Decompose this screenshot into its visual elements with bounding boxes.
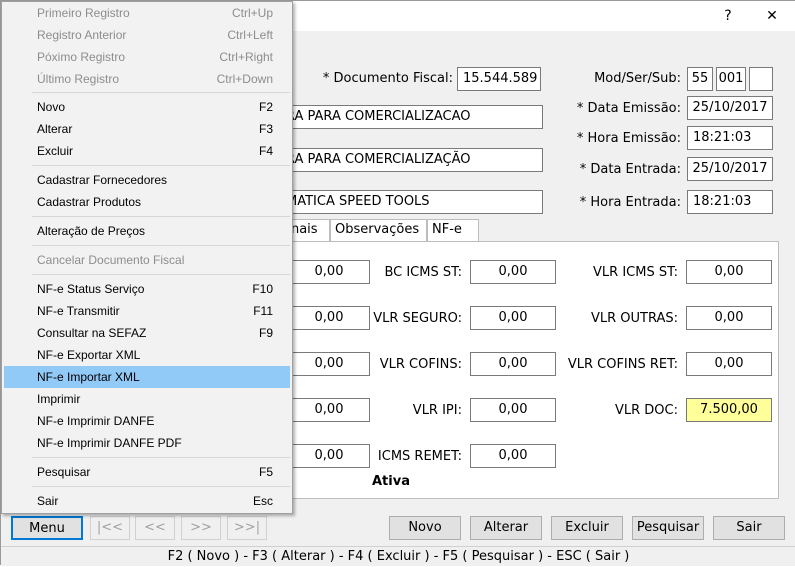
menu-item-nfe-status-servico[interactable]: NF-e Status Serviço F10	[4, 278, 290, 300]
menu-item-imprimir[interactable]: Imprimir	[4, 388, 290, 410]
bc-icms-st-field[interactable]: 0,00	[470, 260, 556, 284]
menu-item-nfe-transmitir[interactable]: NF-e Transmitir F11	[4, 300, 290, 322]
total-field-2[interactable]: 0,00	[288, 306, 370, 330]
menu-item-nfe-importar-xml[interactable]: NF-e Importar XML	[4, 366, 290, 388]
menu-item-nfe-imprimir-danfe-pdf[interactable]: NF-e Imprimir DANFE PDF	[4, 432, 290, 454]
menu-separator	[32, 245, 290, 246]
menu-button[interactable]: Menu	[11, 516, 83, 540]
ser-field[interactable]: 001	[716, 67, 746, 91]
menu-item-alteracao-precos[interactable]: Alteração de Preços	[4, 220, 290, 242]
data-emissao-label: * Data Emissão:	[576, 101, 681, 116]
vlr-ipi-label: VLR IPI:	[412, 403, 462, 418]
vlr-ipi-field[interactable]: 0,00	[470, 398, 556, 422]
hora-emissao-field[interactable]: 18:21:03	[687, 126, 773, 150]
menu-item-sair[interactable]: Sair Esc	[4, 490, 290, 512]
icms-remet-field[interactable]: 0,00	[470, 444, 556, 468]
menu-separator	[32, 457, 290, 458]
menu-separator	[32, 165, 290, 166]
hora-emissao-label: * Hora Emissão:	[576, 131, 681, 146]
close-button[interactable]: ✕	[757, 5, 787, 27]
total-field-4[interactable]: 0,00	[288, 398, 370, 422]
menu-item-excluir[interactable]: Excluir F4	[4, 140, 290, 162]
sub-field[interactable]	[749, 67, 773, 91]
tab-observacoes[interactable]: Observações	[330, 219, 427, 241]
hora-entrada-label: * Hora Entrada:	[579, 195, 681, 210]
data-emissao-field[interactable]: 25/10/2017	[687, 96, 773, 120]
vlr-outras-label: VLR OUTRAS:	[590, 311, 678, 326]
menu-item-alterar[interactable]: Alterar F3	[4, 118, 290, 140]
doc-fiscal-label: * Documento Fiscal:	[322, 71, 453, 86]
vlr-cofins-ret-label: VLR COFINS RET:	[567, 357, 678, 372]
vlr-icms-st-field[interactable]: 0,00	[686, 260, 772, 284]
novo-button[interactable]: Novo	[389, 516, 461, 540]
vlr-doc-label: VLR DOC:	[614, 403, 678, 418]
excluir-button[interactable]: Excluir	[551, 516, 623, 540]
modsersub-label: Mod/Ser/Sub:	[594, 71, 681, 86]
next-record-button[interactable]: >>	[181, 516, 221, 540]
sair-button[interactable]: Sair	[713, 516, 785, 540]
mod-field[interactable]: 55	[687, 67, 713, 91]
actions-menu: Primeiro Registro Ctrl+Up Registro Anteri…	[1, 1, 293, 514]
last-record-button[interactable]: >>|	[227, 516, 267, 540]
hora-entrada-field[interactable]: 18:21:03	[687, 190, 773, 214]
natureza-field-2[interactable]: RA PARA COMERCIALIZAÇÃO	[281, 148, 543, 172]
first-record-button[interactable]: |<<	[90, 516, 130, 540]
totals-panel: 0,00 0,00 0,00 0,00 0,00 BC ICMS ST: 0,0…	[251, 241, 779, 499]
menu-separator	[32, 486, 290, 487]
natureza-field-1[interactable]: RA PARA COMERCIALIZACAO	[281, 105, 543, 129]
menu-item-pesquisar[interactable]: Pesquisar F5	[4, 461, 290, 483]
vlr-doc-field[interactable]: 7.500,00	[686, 398, 772, 422]
menu-item-cancelar-documento[interactable]: Cancelar Documento Fiscal	[4, 249, 290, 271]
status-label: Ativa	[372, 474, 410, 489]
vlr-icms-st-label: VLR ICMS ST:	[593, 265, 678, 280]
alterar-button[interactable]: Alterar	[470, 516, 542, 540]
total-field-1[interactable]: 0,00	[288, 260, 370, 284]
menu-item-nfe-exportar-xml[interactable]: NF-e Exportar XML	[4, 344, 290, 366]
menu-item-proximo-registro[interactable]: Póximo Registro Ctrl+Right	[4, 46, 290, 68]
menu-item-ultimo-registro[interactable]: Último Registro Ctrl+Down	[4, 68, 290, 90]
menu-item-nfe-imprimir-danfe[interactable]: NF-e Imprimir DANFE	[4, 410, 290, 432]
prev-record-button[interactable]: <<	[135, 516, 175, 540]
doc-fiscal-field[interactable]: 15.544.589	[457, 67, 541, 91]
data-entrada-field[interactable]: 25/10/2017	[687, 157, 773, 181]
vlr-cofins-label: VLR COFINS:	[379, 357, 462, 372]
menu-item-primeiro-registro[interactable]: Primeiro Registro Ctrl+Up	[4, 2, 290, 24]
menu-item-cadastrar-produtos[interactable]: Cadastrar Produtos	[4, 191, 290, 213]
vlr-cofins-ret-field[interactable]: 0,00	[686, 352, 772, 376]
menu-item-registro-anterior[interactable]: Registro Anterior Ctrl+Left	[4, 24, 290, 46]
help-button[interactable]: ?	[713, 5, 743, 27]
vlr-seguro-label: VLR SEGURO:	[373, 311, 462, 326]
icms-remet-label: ICMS REMET:	[377, 449, 462, 464]
shortcut-status-bar: F2 ( Novo ) - F3 ( Alterar ) - F4 ( Excl…	[1, 546, 795, 566]
vlr-seguro-field[interactable]: 0,00	[470, 306, 556, 330]
vlr-outras-field[interactable]: 0,00	[686, 306, 772, 330]
menu-separator	[32, 92, 290, 93]
menu-separator	[32, 216, 290, 217]
nota-fiscal-window: ? ✕ * Documento Fiscal: 15.544.589 Mod/S…	[0, 0, 795, 566]
pesquisar-button[interactable]: Pesquisar	[632, 516, 704, 540]
menu-item-novo[interactable]: Novo F2	[4, 96, 290, 118]
vlr-cofins-field[interactable]: 0,00	[470, 352, 556, 376]
menu-separator	[32, 274, 290, 275]
tab-nfe[interactable]: NF-e	[427, 219, 479, 241]
menu-item-cadastrar-fornecedores[interactable]: Cadastrar Fornecedores	[4, 169, 290, 191]
menu-item-consultar-sefaz[interactable]: Consultar na SEFAZ F9	[4, 322, 290, 344]
bc-icms-st-label: BC ICMS ST:	[384, 265, 462, 280]
total-field-3[interactable]: 0,00	[288, 352, 370, 376]
data-entrada-label: * Data Entrada:	[579, 162, 681, 177]
fornecedor-field[interactable]: MATICA SPEED TOOLS	[281, 190, 543, 214]
total-field-5[interactable]: 0,00	[288, 444, 370, 468]
